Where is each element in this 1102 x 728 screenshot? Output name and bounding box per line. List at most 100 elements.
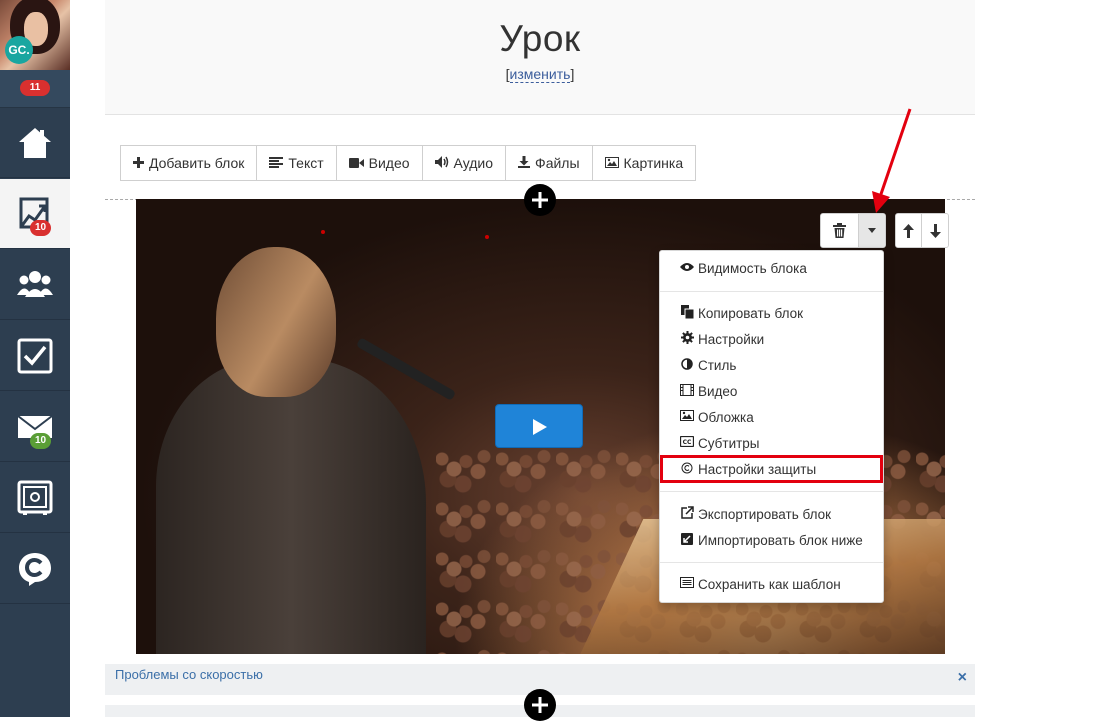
home-icon (19, 128, 51, 158)
block-move-group (895, 213, 949, 248)
edit-title-wrapper: [изменить] (505, 66, 575, 83)
close-icon[interactable]: × (958, 669, 967, 687)
avatar[interactable]: GC. (0, 0, 70, 70)
menu-item-subtitles-label: Субтитры (698, 435, 760, 451)
block-toolbar: Добавить блок Текст Видео Аудио Файлы Ка… (120, 145, 697, 181)
menu-divider (660, 491, 883, 492)
speaker-icon (434, 155, 449, 171)
video-singer-body (156, 359, 426, 654)
menu-item-save-template-label: Сохранить как шаблон (698, 576, 841, 592)
move-block-down-button[interactable] (922, 214, 948, 247)
add-block-above-button[interactable] (524, 184, 556, 216)
add-block-label: Добавить блок (149, 155, 245, 171)
video-red-dot (485, 235, 489, 239)
play-icon (533, 419, 547, 435)
sidebar-item-messages[interactable]: 10 (0, 392, 70, 462)
add-audio-label: Аудио (453, 155, 494, 171)
sidebar-item-safe[interactable] (0, 463, 70, 533)
add-image-label: Картинка (623, 155, 684, 171)
page-title: Урок (499, 18, 581, 59)
notifications-button[interactable]: 11 (0, 70, 70, 108)
contrast-icon (680, 357, 694, 373)
safe-icon (17, 480, 53, 515)
lesson-header: Урок [изменить] (105, 0, 975, 115)
menu-item-import-label: Импортировать блок ниже (698, 532, 863, 548)
template-icon (680, 577, 694, 591)
arrow-down-icon (929, 223, 941, 238)
move-block-up-button[interactable] (896, 214, 922, 247)
sidebar-item-trainings[interactable]: 10 (0, 179, 70, 249)
add-files-label: Файлы (535, 155, 580, 171)
arrow-up-icon (903, 223, 914, 238)
picture-icon (604, 156, 619, 171)
import-icon (680, 532, 694, 548)
block-actions-menu: Видимость блока Копировать блок Настройк… (659, 250, 884, 603)
add-audio-button[interactable]: Аудио (422, 146, 507, 180)
highlight-protection-settings (660, 455, 883, 483)
play-button[interactable] (495, 404, 583, 448)
sidebar-item-brand[interactable] (0, 534, 70, 604)
menu-divider (660, 291, 883, 292)
getcourse-logo-icon (19, 553, 51, 586)
menu-item-visibility-label: Видимость блока (698, 260, 807, 276)
sidebar-item-home[interactable] (0, 108, 70, 178)
eye-icon (680, 261, 694, 275)
menu-item-export-label: Экспортировать блок (698, 506, 832, 522)
trainings-badge: 10 (30, 220, 52, 236)
checkbox-icon (17, 338, 53, 374)
menu-item-settings-label: Настройки (698, 331, 765, 347)
video-camera-icon (348, 156, 364, 171)
menu-item-settings[interactable]: Настройки (680, 328, 764, 350)
plus-icon (133, 156, 144, 171)
sidebar-item-tasks[interactable] (0, 321, 70, 391)
closed-captions-icon: CC (679, 435, 695, 450)
add-image-button[interactable]: Картинка (592, 146, 696, 180)
picture-icon (680, 410, 694, 424)
block-actions-group (820, 213, 886, 248)
add-text-label: Текст (288, 155, 324, 171)
users-icon (17, 271, 53, 297)
add-block-button[interactable]: Добавить блок (121, 146, 258, 180)
menu-item-copy[interactable]: Копировать блок (680, 302, 803, 324)
trash-icon (833, 223, 846, 238)
external-link-icon (680, 506, 694, 522)
speed-problems-link[interactable]: Проблемы со скоростью (115, 667, 263, 682)
add-video-label: Видео (368, 155, 410, 171)
add-text-button[interactable]: Текст (257, 146, 337, 180)
menu-divider (660, 562, 883, 563)
menu-item-save-template[interactable]: Сохранить как шаблон (680, 573, 841, 595)
film-icon (680, 383, 694, 399)
sidebar-item-users[interactable] (0, 250, 70, 320)
gear-icon (680, 331, 694, 347)
notifications-badge: 11 (20, 80, 50, 96)
messages-badge: 10 (30, 433, 52, 449)
text-align-icon (269, 156, 284, 171)
menu-item-style-label: Стиль (698, 357, 737, 373)
video-singer-head (216, 247, 336, 397)
svg-text:CC: CC (683, 439, 692, 446)
plus-icon (532, 697, 548, 713)
block-menu-toggle[interactable] (859, 214, 885, 247)
menu-item-import[interactable]: Импортировать блок ниже (680, 529, 863, 551)
video-red-dot (321, 230, 325, 234)
menu-item-style[interactable]: Стиль (680, 354, 736, 376)
caret-down-icon (868, 228, 876, 233)
menu-item-cover[interactable]: Обложка (680, 406, 754, 428)
menu-item-visibility[interactable]: Видимость блока (680, 257, 807, 279)
menu-item-subtitles[interactable]: CC Субтитры (679, 432, 760, 454)
delete-block-button[interactable] (821, 214, 859, 247)
menu-item-cover-label: Обложка (698, 409, 754, 425)
menu-item-video-label: Видео (698, 383, 738, 399)
menu-item-export[interactable]: Экспортировать блок (680, 503, 831, 525)
add-video-button[interactable]: Видео (336, 146, 423, 180)
menu-item-video[interactable]: Видео (680, 380, 737, 402)
add-files-button[interactable]: Файлы (506, 146, 593, 180)
menu-item-copy-label: Копировать блок (698, 305, 804, 321)
add-block-below-button[interactable] (524, 689, 556, 721)
sidebar: GC. 11 10 10 (0, 0, 70, 717)
avatar-initials: GC. (5, 36, 33, 64)
edit-title-link[interactable]: изменить (509, 66, 571, 83)
download-icon (518, 155, 531, 171)
copy-icon (680, 304, 694, 322)
annotation-arrow (872, 108, 912, 213)
